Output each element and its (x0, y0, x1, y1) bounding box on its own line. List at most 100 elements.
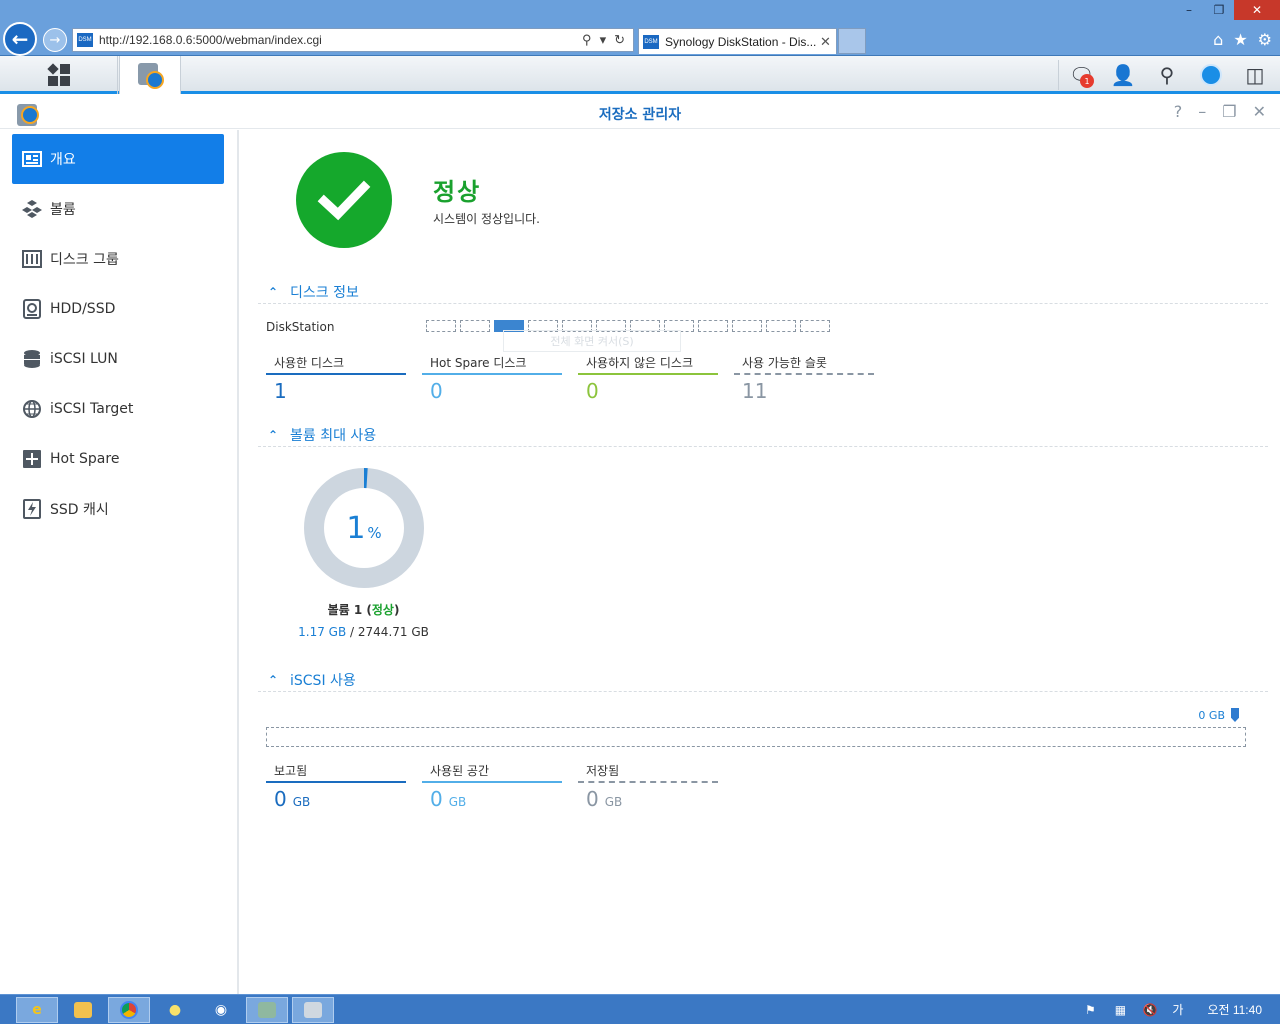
disk-slot-empty[interactable] (426, 320, 456, 332)
status-ok-icon (296, 152, 392, 248)
sidebar-item-label: 디스크 그룹 (50, 252, 119, 268)
sidebar-item-hdd-ssd[interactable]: HDD/SSD (12, 284, 224, 334)
restore-window-button[interactable]: ❐ (1204, 0, 1234, 20)
disk-slot-empty[interactable] (732, 320, 762, 332)
stat-iscsi-stored: 저장됨 0 GB (578, 761, 718, 811)
maximize-icon[interactable]: ❐ (1222, 102, 1236, 121)
storage-manager-task-button[interactable] (119, 56, 181, 94)
sidebar: 개요 볼륨 디스크 그룹 HDD/SSD iSCSI LUN iSCSI Tar… (0, 130, 239, 994)
home-icon[interactable]: ⌂ (1213, 30, 1223, 49)
taskbar-calculator-button[interactable] (246, 997, 288, 1023)
network-status-icon[interactable]: ▦ (1112, 1003, 1128, 1017)
sidebar-item-overview[interactable]: 개요 (12, 134, 224, 184)
dsm-favicon-icon: DSM (77, 33, 93, 47)
sidebar-item-iscsi-target[interactable]: iSCSI Target (12, 384, 224, 434)
window-controls: – ❐ ✕ (1174, 0, 1280, 22)
sidebar-item-label: SSD 캐시 (50, 502, 109, 518)
iscsi-usage-section-header[interactable]: ⌃ iSCSI 사용 (258, 668, 1268, 692)
new-tab-button[interactable] (838, 28, 866, 54)
sidebar-item-label: HDD/SSD (50, 301, 116, 317)
volume-state: 정상 (371, 603, 394, 617)
clock[interactable]: 오전 11:40 (1207, 1001, 1262, 1018)
donut-percent: 1 (346, 510, 366, 546)
chevron-up-icon: ⌃ (267, 672, 279, 687)
storage-manager-icon (136, 61, 164, 89)
diskstation-label: DiskStation (266, 320, 335, 334)
taskbar-network-button[interactable] (292, 997, 334, 1023)
user-icon: 👤 (1110, 63, 1136, 87)
sidebar-item-ssd-cache[interactable]: SSD 캐시 (12, 484, 224, 534)
sidebar-item-label: Hot Spare (50, 451, 120, 467)
back-button[interactable]: ← (3, 22, 37, 56)
sidebar-item-label: 볼륨 (50, 202, 76, 218)
stat-line (422, 373, 562, 375)
address-url[interactable]: http://192.168.0.6:5000/webman/index.cgi (99, 33, 582, 47)
sidebar-item-iscsi-lun[interactable]: iSCSI LUN (12, 334, 224, 384)
section-title: 볼륨 최대 사용 (290, 427, 377, 444)
search-button[interactable]: ⚲ (1152, 60, 1182, 90)
sidebar-item-disk-group[interactable]: 디스크 그룹 (12, 234, 224, 284)
stat-label: 보고됨 (274, 764, 308, 778)
stat-line (578, 781, 718, 783)
disk-slot-empty[interactable] (460, 320, 490, 332)
section-title: iSCSI 사용 (290, 672, 356, 689)
taskbar-chrome-button[interactable] (108, 997, 150, 1023)
main-menu-button[interactable] (0, 56, 118, 94)
widgets-button[interactable]: ◫ (1240, 60, 1270, 90)
tab-close-icon[interactable]: ✕ (820, 34, 836, 50)
tab-diskstation[interactable]: DSM Synology DiskStation - Dis... ✕ (638, 28, 837, 54)
stat-value: 0 (430, 379, 443, 403)
taskbar-explorer-button[interactable] (62, 997, 104, 1023)
sidebar-item-label: 개요 (50, 152, 76, 168)
address-bar[interactable]: DSM http://192.168.0.6:5000/webman/index… (72, 28, 634, 52)
windows-taskbar: e ● ◉ ⚑ ▦ 🔇 가 오전 11:40 (0, 994, 1280, 1024)
help-icon[interactable]: ? (1174, 102, 1183, 121)
volume-muted-icon[interactable]: 🔇 (1142, 1003, 1158, 1017)
close-icon[interactable]: ✕ (1253, 102, 1266, 121)
stat-value: 0 GB (586, 787, 623, 811)
sidebar-item-hot-spare[interactable]: Hot Spare (12, 434, 224, 484)
user-button[interactable]: 👤 (1108, 60, 1138, 90)
server-icon (258, 1002, 276, 1018)
gear-icon[interactable]: ⚙ (1258, 30, 1272, 49)
hot-spare-icon (22, 449, 42, 469)
disk-group-icon (22, 249, 42, 269)
dsm-taskbar: 🗨 1 👤 ⚲ ◫ (0, 56, 1280, 94)
disk-slot-empty[interactable] (800, 320, 830, 332)
close-window-button[interactable]: ✕ (1234, 0, 1280, 20)
favorites-star-icon[interactable]: ★ (1233, 30, 1247, 49)
slot-tooltip: 전체 화면 켜서(S) (503, 330, 681, 352)
hdd-icon (22, 299, 42, 319)
dropdown-icon[interactable]: ▾ (600, 32, 607, 48)
taskbar-messenger-button[interactable]: ● (154, 997, 196, 1023)
sidebar-item-volume[interactable]: 볼륨 (12, 184, 224, 234)
ime-indicator[interactable]: 가 (1172, 1001, 1183, 1018)
stat-iscsi-used-space: 사용된 공간 0 GB (422, 761, 562, 811)
target-icon (22, 399, 42, 419)
disk-info-section-header[interactable]: ⌃ 디스크 정보 (258, 280, 1268, 304)
status-description: 시스템이 정상입니다. (433, 212, 540, 226)
volume-icon (22, 199, 42, 219)
notification-button[interactable]: 🗨 1 (1058, 60, 1094, 90)
refresh-icon[interactable]: ↻ (614, 32, 625, 48)
minimize-icon[interactable]: – (1198, 102, 1206, 121)
window-title: 저장소 관리자 (598, 107, 682, 123)
forward-button[interactable]: → (43, 28, 67, 52)
browser-chrome: – ❐ ✕ ← → DSM http://192.168.0.6:5000/we… (0, 0, 1280, 56)
taskbar-app-button[interactable]: ◉ (200, 997, 242, 1023)
stat-line (734, 373, 874, 375)
disk-slot-empty[interactable] (766, 320, 796, 332)
stat-label: 사용 가능한 슬롯 (742, 356, 827, 370)
resource-monitor-button[interactable] (1196, 60, 1226, 90)
search-icon[interactable]: ⚲ (582, 32, 592, 48)
overview-panel: 정상 시스템이 정상입니다. ⌃ 디스크 정보 DiskStation 전체 화… (241, 130, 1280, 994)
tab-title: Synology DiskStation - Dis... (665, 34, 817, 49)
stat-label: 사용한 디스크 (274, 356, 345, 370)
action-center-icon[interactable]: ⚑ (1082, 1003, 1098, 1017)
stat-iscsi-reported: 보고됨 0 GB (266, 761, 406, 811)
taskbar-ie-button[interactable]: e (16, 997, 58, 1023)
stat-line (266, 781, 406, 783)
disk-slot-empty[interactable] (698, 320, 728, 332)
minimize-window-button[interactable]: – (1174, 0, 1204, 20)
volume-usage-section-header[interactable]: ⌃ 볼륨 최대 사용 (258, 423, 1268, 447)
